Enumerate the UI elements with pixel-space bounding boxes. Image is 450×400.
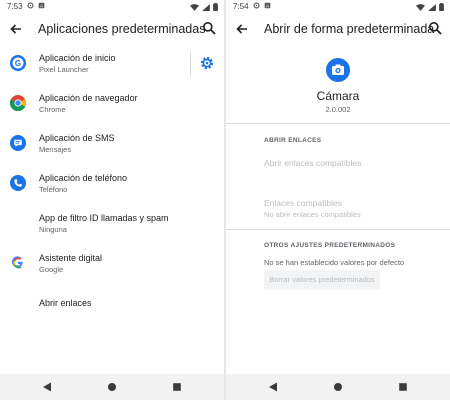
pixel-launcher-icon: G xyxy=(10,55,26,71)
navigation-bar xyxy=(0,374,224,400)
gear-icon[interactable] xyxy=(200,56,214,70)
camera-icon xyxy=(326,58,350,82)
signal-icon xyxy=(202,3,210,11)
list-item-caller-id-app[interactable]: App de filtro ID llamadas y spam Ninguna xyxy=(0,204,224,244)
clear-defaults-button[interactable]: Borrar valores predeterminados xyxy=(264,270,380,290)
navigation-bar xyxy=(226,374,450,400)
app-bar: Aplicaciones predeterminadas xyxy=(0,14,224,44)
search-icon[interactable] xyxy=(202,21,216,35)
section-header-open-links: ABRIR ENLACES xyxy=(264,137,322,144)
list-item-title: Asistente digital xyxy=(39,253,103,263)
nav-back-icon[interactable] xyxy=(42,382,52,392)
nav-recents-icon[interactable] xyxy=(398,382,408,392)
status-bar: 7:53 A xyxy=(0,0,224,14)
back-arrow-icon[interactable] xyxy=(8,21,24,37)
default-apps-screen: 7:53 A Aplicaciones predeterminadas G Ap… xyxy=(0,0,224,400)
list-item-subtitle: Mensajes xyxy=(39,145,72,154)
status-bar: 7:54 A xyxy=(226,0,450,14)
list-item-title: Aplicación de navegador xyxy=(39,93,138,103)
nav-back-icon[interactable] xyxy=(268,382,278,392)
chrome-icon xyxy=(10,95,26,111)
settings-notification-icon xyxy=(27,2,34,9)
vertical-divider xyxy=(190,52,191,76)
status-time: 7:54 xyxy=(233,2,249,11)
google-icon xyxy=(10,255,26,271)
battery-icon xyxy=(439,3,444,11)
notification-icon: A xyxy=(38,2,45,9)
app-name: Cámara xyxy=(316,89,360,103)
app-bar: Abrir de forma predeterminada xyxy=(226,14,450,44)
wifi-icon xyxy=(190,3,199,11)
no-defaults-text: No se han establecido valores por defect… xyxy=(264,258,405,267)
default-apps-list: G Aplicación de inicio Pixel Launcher Ap… xyxy=(0,44,224,324)
svg-text:G: G xyxy=(15,59,21,68)
signal-icon xyxy=(428,3,436,11)
battery-icon xyxy=(213,3,218,11)
page-title: Aplicaciones predeterminadas xyxy=(38,22,206,36)
nav-recents-icon[interactable] xyxy=(172,382,182,392)
status-time: 7:53 xyxy=(7,2,23,11)
wifi-icon xyxy=(416,3,425,11)
list-item-title: Aplicación de teléfono xyxy=(39,173,128,183)
list-item-title: Aplicación de inicio xyxy=(39,53,116,63)
list-item-subtitle: Chrome xyxy=(39,105,66,114)
divider xyxy=(226,123,450,124)
open-supported-links-toggle[interactable]: Abrir enlaces compatibles xyxy=(264,158,361,168)
list-item-subtitle: Ninguna xyxy=(39,225,67,234)
phone-icon xyxy=(10,175,26,191)
supported-links-subtitle: No abrir enlaces compatibles xyxy=(264,210,361,219)
open-by-default-screen: 7:54 A Abrir de forma predeterminada Cám… xyxy=(226,0,450,400)
list-item-phone-app[interactable]: Aplicación de teléfono Teléfono xyxy=(0,164,224,204)
back-arrow-icon[interactable] xyxy=(234,21,250,37)
app-version: 2.0.002 xyxy=(325,105,351,114)
list-item-title: Aplicación de SMS xyxy=(39,133,115,143)
list-item-subtitle: Teléfono xyxy=(39,185,68,194)
supported-links-item[interactable]: Enlaces compatibles xyxy=(264,198,342,208)
list-item-open-links[interactable]: Abrir enlaces xyxy=(0,284,224,324)
list-item-subtitle: Pixel Launcher xyxy=(39,65,89,74)
app-header: Cámara 2.0.002 xyxy=(226,58,450,124)
nav-home-icon[interactable] xyxy=(107,382,117,392)
list-item-title: Abrir enlaces xyxy=(39,298,92,308)
divider xyxy=(226,229,450,230)
nav-home-icon[interactable] xyxy=(333,382,343,392)
settings-notification-icon xyxy=(253,2,260,9)
section-header-other-defaults: OTROS AJUSTES PREDETERMINADOS xyxy=(264,242,396,249)
list-item-home-app[interactable]: G Aplicación de inicio Pixel Launcher xyxy=(0,44,224,84)
list-item-sms-app[interactable]: Aplicación de SMS Mensajes xyxy=(0,124,224,164)
page-title: Abrir de forma predeterminada xyxy=(264,22,435,36)
list-item-browser-app[interactable]: Aplicación de navegador Chrome xyxy=(0,84,224,124)
list-item-digital-assistant[interactable]: Asistente digital Google xyxy=(0,244,224,284)
messages-icon xyxy=(10,135,26,151)
list-item-title: App de filtro ID llamadas y spam xyxy=(39,213,169,223)
list-item-subtitle: Google xyxy=(39,265,64,274)
notification-icon: A xyxy=(264,2,271,9)
search-icon[interactable] xyxy=(428,21,442,35)
